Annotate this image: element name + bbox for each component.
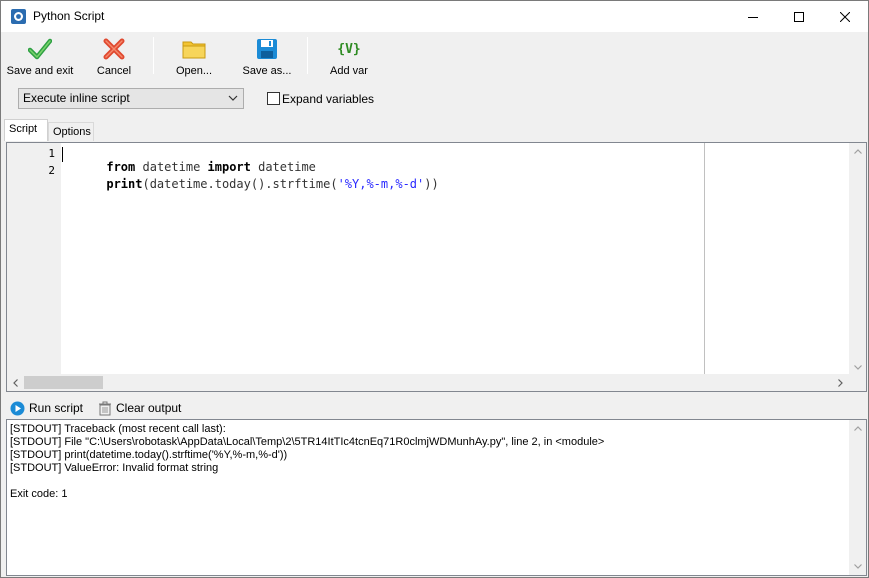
toolbar: Save and exit Cancel Open... Save as... … [1,32,868,78]
save-as-label: Save as... [242,65,292,77]
chevron-down-icon [853,564,862,569]
code-token: )) [424,177,439,191]
maximize-icon [794,11,804,22]
title-bar: Python Script [1,1,868,32]
run-script-label: Run script [29,401,84,415]
cancel-button[interactable]: Cancel [95,32,133,78]
code-token: (datetime.today().strftime( [142,177,338,191]
chevron-down-icon [853,365,862,370]
toolbar-separator [307,37,308,74]
text-caret [62,147,63,162]
toolbar-separator [153,37,154,74]
right-margin-line [704,143,705,376]
output-line: [STDOUT] Traceback (most recent call las… [10,423,226,435]
save-and-exit-label: Save and exit [6,65,74,77]
scroll-up-arrow[interactable] [849,143,866,160]
output-line: [STDOUT] print(datetime.today().strftime… [10,449,288,461]
add-var-label: Add var [330,65,368,77]
cancel-label: Cancel [96,65,132,77]
line-number-gutter: 1 2 [7,143,61,376]
expand-variables-label[interactable]: Expand variables [282,92,374,106]
cancel-x-icon [103,38,125,60]
minimize-icon [748,16,758,18]
open-label: Open... [175,65,213,77]
tab-script-label: Script [9,123,38,135]
checkmark-icon [28,38,52,60]
add-var-button[interactable]: {V} Add var [327,32,371,78]
editor-horizontal-scrollbar[interactable] [7,374,866,391]
code-line[interactable]: print(datetime.today().strftime('%Y,%-m,… [63,163,439,205]
tab-script[interactable]: Script [4,119,48,141]
python-script-window: Python Script Save and exit Cancel Open.… [0,0,869,578]
output-line: Exit code: 1 [10,488,68,500]
expand-variables-checkbox[interactable] [267,92,280,105]
folder-icon [182,41,206,59]
options-row: Execute inline script Expand variables [1,78,868,118]
tab-strip: Options Script [1,119,868,141]
scroll-right-arrow[interactable] [832,374,849,391]
chevron-left-icon [13,378,18,387]
execution-mode-select[interactable]: Execute inline script [18,88,244,109]
chevron-down-icon [228,95,238,101]
scroll-left-arrow[interactable] [7,374,24,391]
horizontal-scroll-thumb[interactable] [24,376,103,389]
trash-icon [99,401,111,415]
run-bar: Run script Clear output [1,397,868,419]
code-editor[interactable]: 1 2 from datetime import datetime print(… [6,142,867,392]
run-script-button[interactable]: Run script [10,399,83,417]
variable-icon: {V} [337,41,361,57]
clear-output-button[interactable]: Clear output [98,399,181,417]
minimize-button[interactable] [730,1,776,32]
tab-options[interactable]: Options [48,122,94,141]
output-line: [STDOUT] File "C:\Users\robotask\AppData… [10,436,605,448]
scroll-down-arrow[interactable] [849,558,866,575]
chevron-up-icon [853,426,862,431]
open-button[interactable]: Open... [172,32,216,78]
line-number: 1 [48,147,55,160]
line-number: 2 [48,164,55,177]
output-vertical-scrollbar[interactable] [849,420,866,575]
chevron-right-icon [838,378,843,387]
save-as-button[interactable]: Save as... [240,32,294,78]
save-and-exit-button[interactable]: Save and exit [6,32,74,78]
floppy-disk-icon [257,39,277,59]
scroll-up-arrow[interactable] [849,420,866,437]
maximize-button[interactable] [776,1,822,32]
output-console[interactable]: [STDOUT] Traceback (most recent call las… [6,419,867,576]
clear-output-label: Clear output [116,401,182,415]
editor-vertical-scrollbar[interactable] [849,143,866,376]
chevron-up-icon [853,149,862,154]
python-app-icon [11,9,26,24]
tab-options-label: Options [53,126,91,138]
window-title: Python Script [33,9,105,23]
play-icon [10,401,25,415]
execution-mode-value: Execute inline script [23,91,130,105]
close-button[interactable] [822,1,868,32]
output-line: [STDOUT] ValueError: Invalid format stri… [10,462,219,474]
code-token: '%Y,%-m,%-d' [337,177,425,191]
code-token: print [106,177,143,191]
close-icon [840,11,850,22]
